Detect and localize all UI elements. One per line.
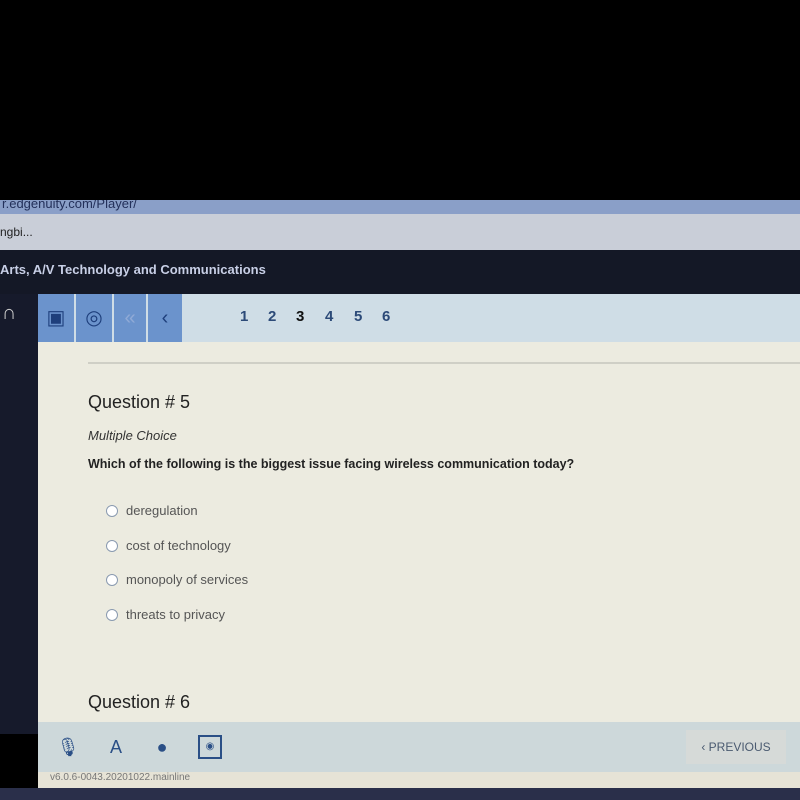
chevron-left-icon[interactable]: ‹ (148, 294, 182, 342)
divider (88, 362, 800, 364)
version-label: v6.0.6-0043.20201022.mainline (38, 772, 800, 788)
page-3[interactable]: 3 (296, 308, 304, 325)
option-label: deregulation (126, 503, 198, 518)
question-nav: ▣ ◎ « ‹ 1 2 3 4 5 6 (38, 294, 800, 342)
page-2[interactable]: 2 (268, 308, 276, 325)
radio-button[interactable] (106, 539, 118, 552)
page-4[interactable]: 4 (325, 308, 333, 325)
target-icon[interactable]: ◎ (76, 294, 112, 342)
option-cost-of-technology[interactable]: cost of technology (106, 538, 231, 553)
left-sidebar: ∩ (0, 294, 38, 734)
option-label: cost of technology (126, 538, 231, 553)
book-icon[interactable]: ▣ (38, 294, 74, 342)
screen-bezel (0, 788, 800, 800)
course-title: Arts, A/V Technology and Communications (0, 262, 266, 277)
headphones-icon[interactable]: ∩ (2, 302, 16, 325)
page-5[interactable]: 5 (354, 308, 362, 325)
option-label: threats to privacy (126, 607, 225, 622)
option-label: monopoly of services (126, 572, 249, 587)
question-title: Question # 5 (88, 392, 191, 412)
bookmarks-bar: ngbi... (0, 214, 800, 250)
next-question-title: Question # 6 (88, 692, 191, 712)
radio-button[interactable] (106, 608, 118, 621)
course-header: Arts, A/V Technology and Communications (0, 250, 800, 294)
option-monopoly-of-services[interactable]: monopoly of services (106, 572, 248, 587)
option-threats-to-privacy[interactable]: threats to privacy (106, 607, 225, 622)
radio-button[interactable] (106, 504, 118, 517)
double-chevron-left-icon[interactable]: « (114, 294, 146, 342)
question-text: Which of the following is the biggest is… (88, 457, 575, 471)
address-bar[interactable]: r.edgenuity.com/Player/ (0, 200, 800, 214)
question-type: Multiple Choice (88, 428, 177, 443)
option-deregulation[interactable]: deregulation (106, 503, 198, 518)
reader-icon[interactable]: ◉ (198, 735, 222, 759)
bookmark-item[interactable]: ngbi... (0, 225, 33, 239)
page-6[interactable]: 6 (382, 308, 390, 325)
translate-icon[interactable]: A (104, 735, 128, 759)
page-1[interactable]: 1 (240, 308, 248, 325)
previous-button[interactable]: ‹ PREVIOUS (686, 730, 786, 764)
globe-icon[interactable]: ● (150, 735, 174, 759)
microphone-icon[interactable]: 🎙 (56, 735, 80, 759)
radio-button[interactable] (106, 573, 118, 586)
